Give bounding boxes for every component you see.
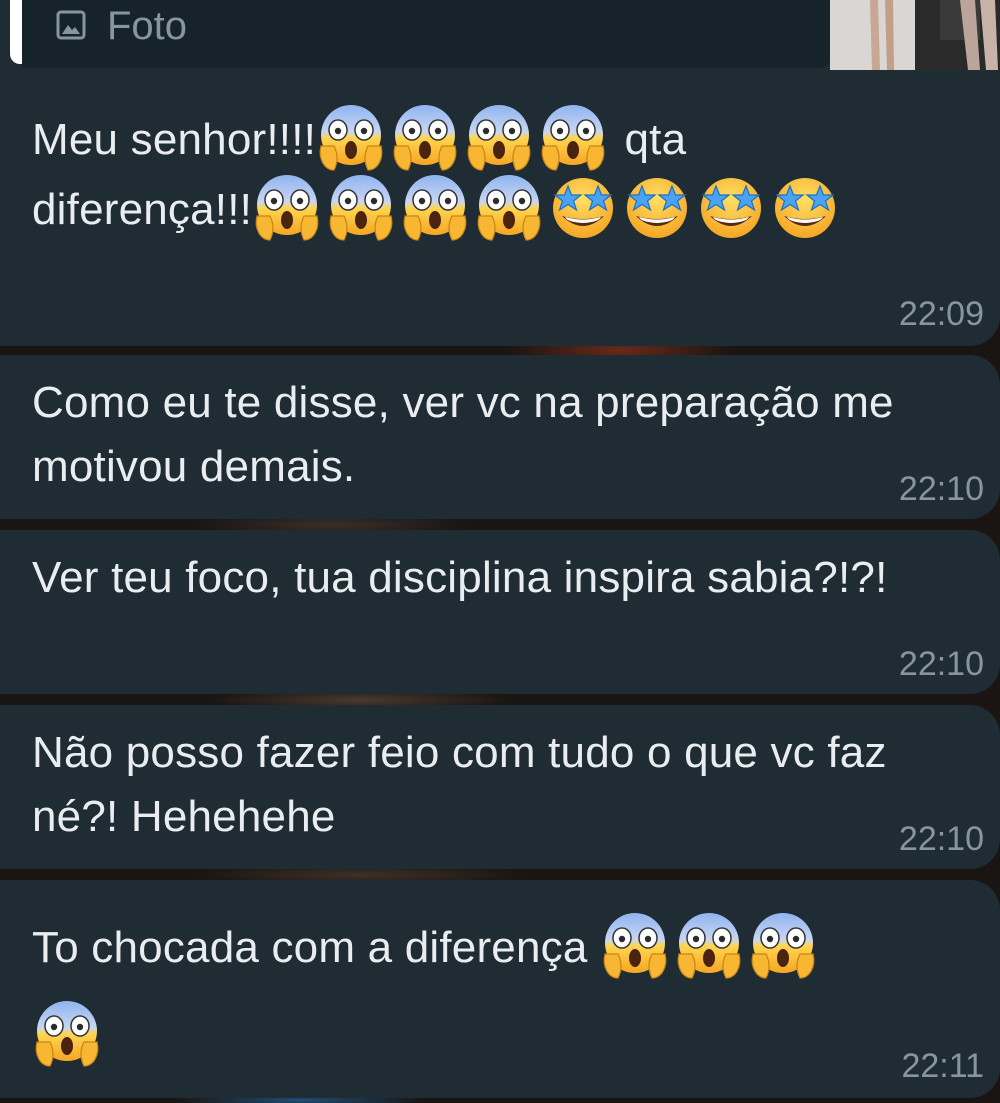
message-time: 22:11	[901, 1047, 984, 1085]
face-screaming-in-fear-icon	[674, 910, 744, 980]
message-bubble[interactable]: Como eu te disse, ver vc na preparação m…	[0, 355, 1000, 519]
reply-preview-label: Foto	[107, 4, 188, 48]
face-screaming-in-fear-icon	[326, 172, 396, 242]
message-text-part: qta	[612, 115, 687, 164]
message-text: Meu senhor!!!! qta diferença!!!	[32, 102, 960, 242]
message-text-part: diferença!!!	[32, 185, 253, 234]
face-screaming-in-fear-icon	[400, 172, 470, 242]
face-screaming-in-fear-icon	[316, 102, 386, 172]
face-screaming-in-fear-icon	[390, 102, 460, 172]
star-struck-icon	[622, 172, 692, 242]
reply-preview[interactable]: Foto	[0, 0, 1000, 70]
face-screaming-in-fear-icon	[474, 172, 544, 242]
message-bubble[interactable]: To chocada com a diferença 22:11	[0, 880, 1000, 1098]
message-time: 22:09	[898, 295, 984, 333]
face-screaming-in-fear-icon	[32, 998, 102, 1068]
message-text-part: Meu senhor!!!!	[32, 115, 317, 164]
star-struck-icon	[770, 172, 840, 242]
message-text: Não posso fazer feio com tudo o que vc f…	[32, 728, 887, 841]
message-text: Ver teu foco, tua disciplina inspira sab…	[32, 553, 888, 602]
reply-photo-thumbnail	[830, 0, 1000, 70]
message-time: 22:10	[898, 645, 984, 683]
star-struck-icon	[696, 172, 766, 242]
star-struck-icon	[548, 172, 618, 242]
message-text-part: To chocada com a diferença	[32, 923, 600, 972]
message-text: Como eu te disse, ver vc na preparação m…	[32, 378, 894, 491]
message-bubble[interactable]: Foto Meu senhor!!!! qta diferença!!! 22:…	[0, 0, 1000, 346]
face-screaming-in-fear-icon	[252, 172, 322, 242]
face-screaming-in-fear-icon	[748, 910, 818, 980]
face-screaming-in-fear-icon	[464, 102, 534, 172]
message-bubble[interactable]: Não posso fazer feio com tudo o que vc f…	[0, 705, 1000, 869]
message-time: 22:10	[898, 820, 984, 858]
message-text: To chocada com a diferença	[32, 910, 970, 1068]
message-time: 22:10	[898, 470, 984, 508]
face-screaming-in-fear-icon	[600, 910, 670, 980]
reply-accent-bar	[10, 0, 22, 64]
message-bubble[interactable]: Ver teu foco, tua disciplina inspira sab…	[0, 530, 1000, 694]
face-screaming-in-fear-icon	[538, 102, 608, 172]
photo-icon	[56, 10, 86, 40]
